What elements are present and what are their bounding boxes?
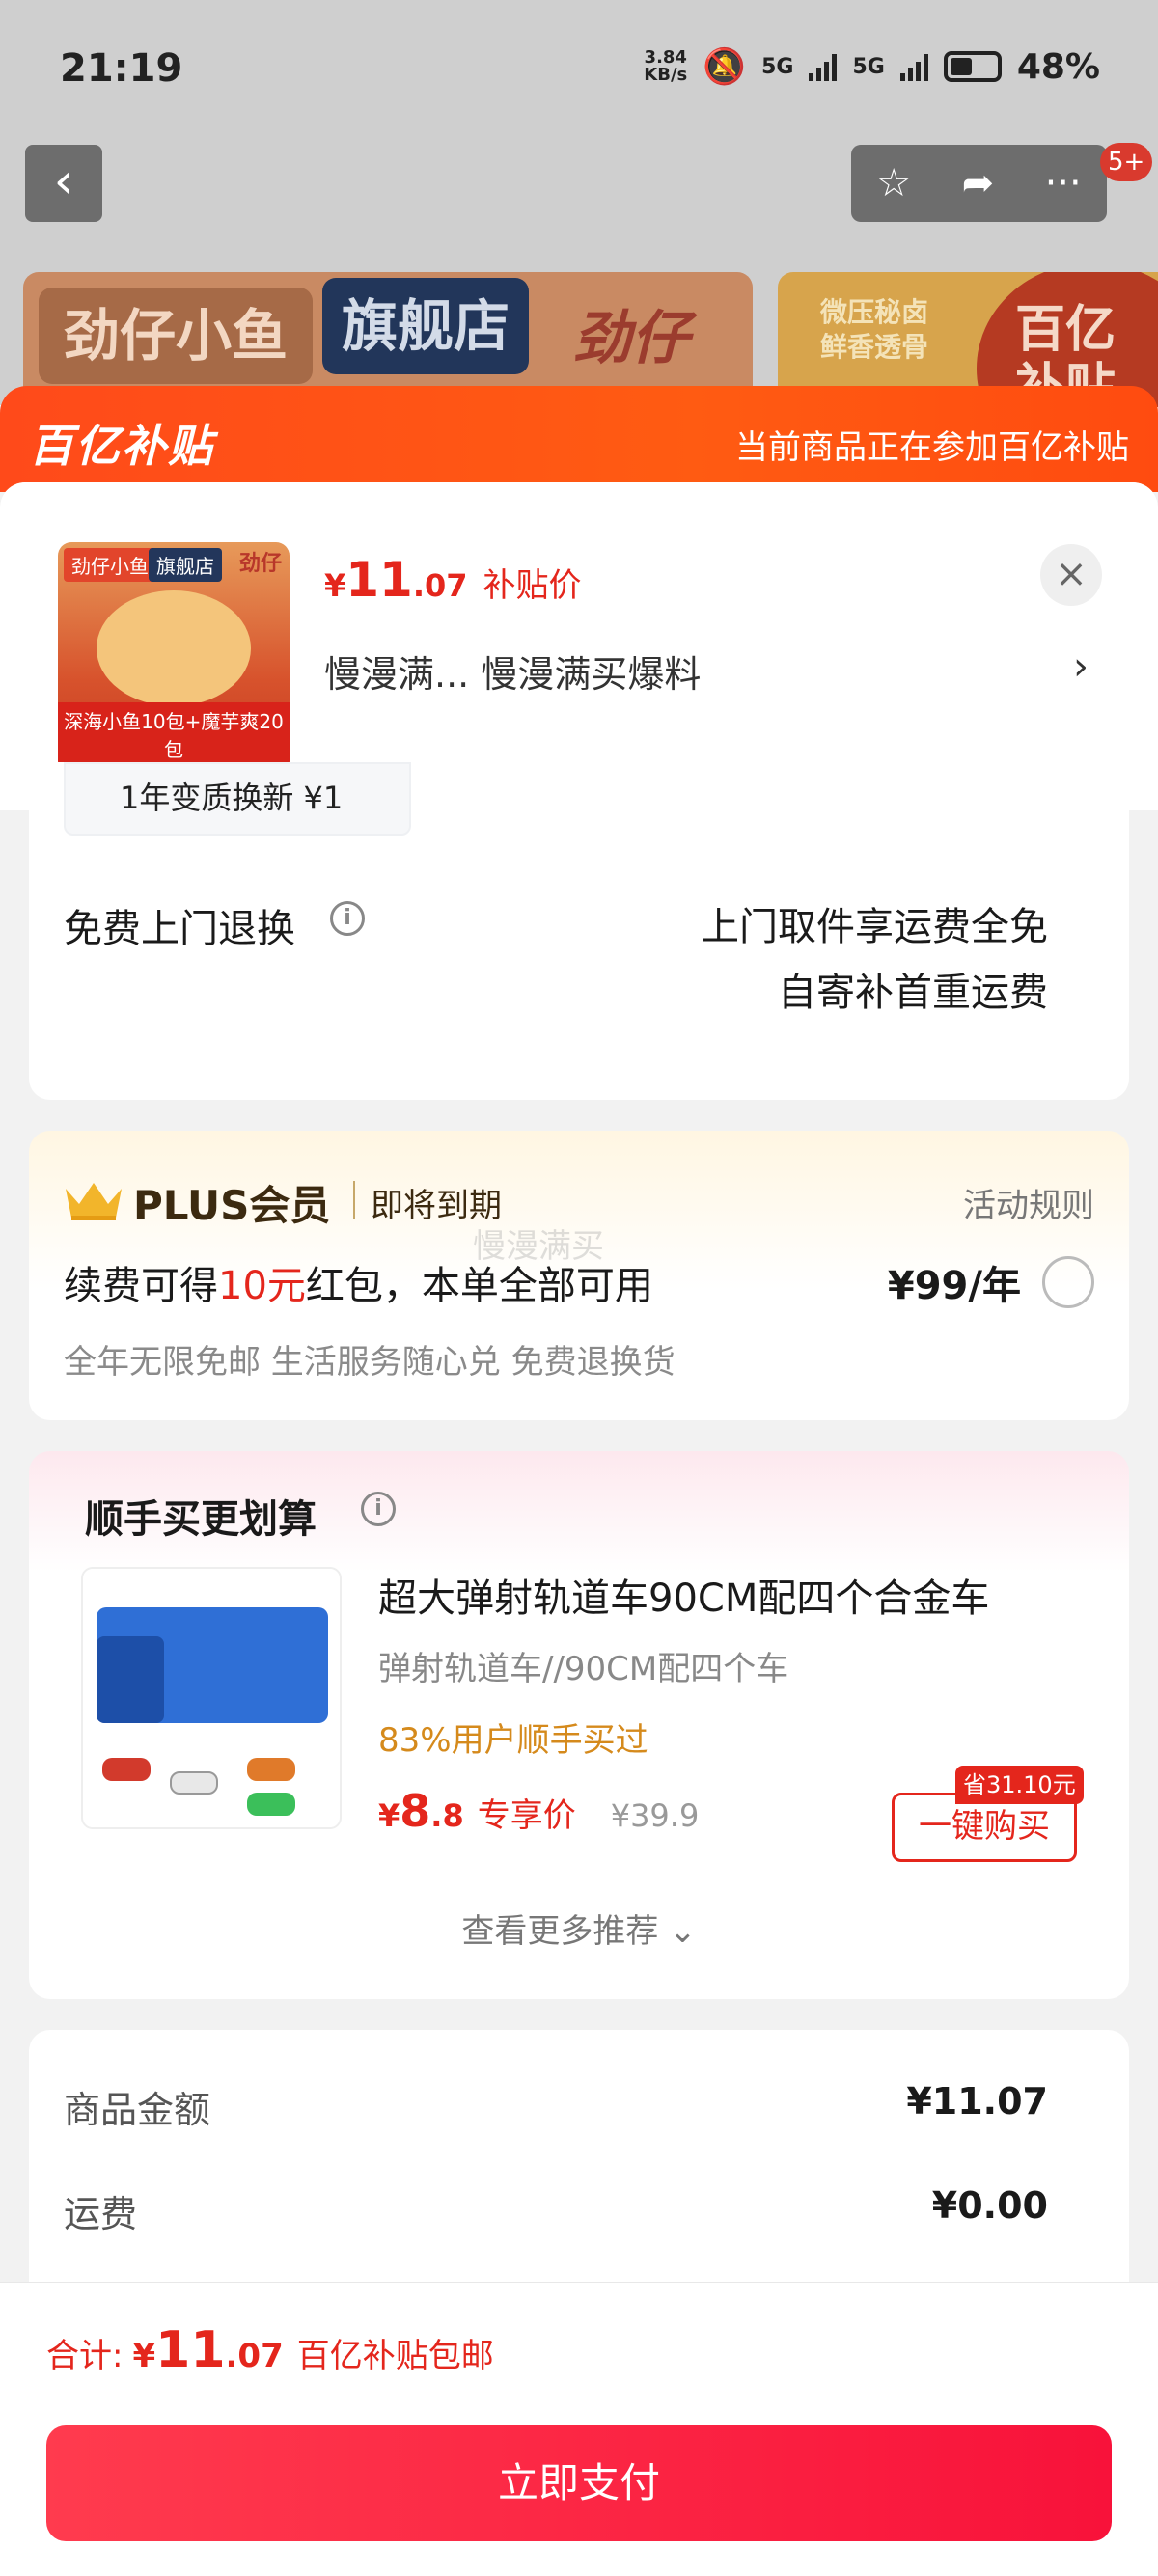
goods-amount-label: 商品金额 (64, 2089, 211, 2131)
nav-actions: ☆ ➦ ··· (851, 145, 1107, 222)
checkout-sheet: 劲仔小鱼 旗舰店 劲仔 深海小鱼10包+魔芋爽20包 ¥ 11 .07 补贴价 … (0, 482, 1158, 2576)
network-5g-1: 5G (761, 54, 794, 79)
service-card: 1年变质换新 ¥1 免费上门退换 i 上门取件享运费全免 自寄补首重运费 (29, 762, 1129, 1100)
product-summary: 劲仔小鱼 旗舰店 劲仔 深海小鱼10包+魔芋爽20包 ¥ 11 .07 补贴价 … (0, 482, 1158, 810)
network-5g-2: 5G (852, 54, 885, 79)
signal-icon (809, 52, 838, 81)
flagship-label: 旗舰店 (322, 278, 530, 374)
product-price: ¥ 11 .07 补贴价 (324, 552, 582, 608)
brand-name: 劲仔小鱼 (39, 288, 314, 384)
order-total: 合计: ¥ 11 .07 百亿补贴包邮 (46, 2321, 494, 2379)
chevron-right-icon[interactable]: › (1073, 644, 1089, 689)
share-icon[interactable]: ➦ (962, 161, 995, 206)
plus-offer: 续费可得10元红包，本单全部可用 (64, 1264, 653, 1308)
recommendation-title: 顺手买更划算 (85, 1497, 317, 1542)
recommended-product-spec: 弹射轨道车//90CM配四个车 (378, 1650, 789, 1688)
back-button[interactable]: ‹ (25, 145, 102, 222)
recommended-product-buyers: 83%用户顺手买过 (378, 1721, 648, 1760)
status-bar: 21:19 3.84 KB/s 🔕 5G 5G 48% (0, 0, 1158, 135)
price-summary-card: 商品金额 ¥11.07 运费 ¥0.00 (29, 2030, 1129, 2319)
recommended-product-image[interactable] (81, 1567, 342, 1829)
favorite-icon[interactable]: ☆ (876, 161, 911, 206)
signal-icon-2 (899, 52, 928, 81)
pay-now-button[interactable]: 立即支付 (46, 2425, 1112, 2541)
promo-text: 微压秘卤 鲜香透骨 (820, 296, 929, 363)
crown-icon (66, 1183, 122, 1220)
recommended-product-name[interactable]: 超大弹射轨道车90CM配四个合金车 (378, 1567, 989, 1623)
plus-membership-card: PLUS会员 即将到期 活动规则 慢漫满买 续费可得10元红包，本单全部可用 ¥… (29, 1131, 1129, 1420)
service-chip[interactable]: 1年变质换新 ¥1 (64, 762, 411, 836)
product-image-dish (96, 590, 251, 706)
info-icon[interactable]: i (330, 901, 365, 936)
free-return-label: 免费上门退换 (64, 907, 295, 951)
background-page: 21:19 3.84 KB/s 🔕 5G 5G 48% ‹ ☆ ➦ ··· 5+… (0, 0, 1158, 407)
plus-benefits: 全年无限免邮 生活服务随心兑 免费退换货 (64, 1343, 676, 1382)
status-time: 21:19 (60, 46, 183, 91)
divider (353, 1181, 355, 1219)
notification-badge: 5+ (1100, 143, 1153, 181)
subsidy-logo: 百亿补贴 (29, 420, 214, 472)
truck-illustration (96, 1607, 328, 1723)
info-icon[interactable]: i (361, 1492, 396, 1526)
goods-amount-value: ¥11.07 (906, 2080, 1048, 2123)
free-return-detail-1: 上门取件享运费全免 (701, 905, 1048, 949)
recommended-product-price: ¥ 8 .8 专享价 ¥39.9 (378, 1785, 700, 1837)
close-button[interactable]: × (1040, 544, 1102, 606)
brand-logo: 劲仔 (573, 305, 689, 372)
product-thumbnail: 劲仔小鱼 旗舰店 劲仔 深海小鱼10包+魔芋爽20包 (58, 542, 290, 774)
plus-select-radio[interactable] (1042, 1256, 1094, 1308)
network-speed: 3.84 KB/s (644, 47, 688, 85)
plus-title: PLUS会员 (133, 1182, 331, 1229)
original-price: ¥39.9 (610, 1797, 700, 1834)
more-recommendations-link[interactable]: 查看更多推荐 ⌄ (29, 1905, 1129, 1952)
battery-level: 48% (1016, 46, 1100, 87)
plus-rules-link[interactable]: 活动规则 (963, 1179, 1094, 1226)
shipping-label: 运费 (64, 2193, 138, 2235)
subsidy-sheet-header: 百亿补贴 当前商品正在参加百亿补贴 (0, 386, 1158, 492)
mute-icon: 🔕 (703, 47, 747, 87)
recommendation-card: 顺手买更划算 i 超大弹射轨道车90CM配四个合金车 弹射轨道车//90CM配四… (29, 1451, 1129, 1999)
status-icons: 3.84 KB/s 🔕 5G 5G 48% (644, 46, 1100, 88)
battery-icon (943, 51, 1002, 82)
savings-badge: 省31.10元 (955, 1766, 1084, 1804)
shipping-value: ¥0.00 (931, 2184, 1048, 2227)
back-arrow-icon: ‹ (53, 152, 74, 210)
plus-price: ¥99/年 (887, 1264, 1021, 1308)
more-icon[interactable]: ··· (1045, 161, 1082, 206)
pay-bar: 合计: ¥ 11 .07 百亿补贴包邮 立即支付 (0, 2282, 1158, 2576)
close-icon: × (1055, 552, 1088, 596)
free-return-detail-2: 自寄补首重运费 (778, 971, 1048, 1015)
product-variant[interactable]: 慢漫满... 慢漫满买爆料 (324, 644, 701, 698)
subsidy-note: 当前商品正在参加百亿补贴 (735, 428, 1129, 467)
